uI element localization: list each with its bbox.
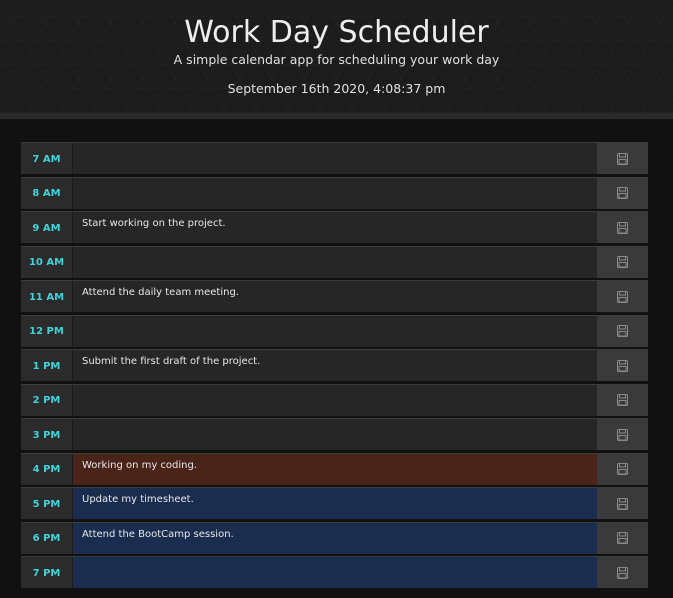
hour-label: 7 AM bbox=[21, 143, 73, 174]
event-description-field[interactable]: Attend the BootCamp session. bbox=[73, 522, 597, 554]
floppy-disk-icon bbox=[617, 463, 628, 475]
time-block-row: 4 PM Working on my coding. bbox=[21, 452, 648, 485]
hour-label: 9 AM bbox=[21, 212, 73, 243]
event-description-field[interactable] bbox=[73, 384, 597, 416]
event-description-field[interactable] bbox=[73, 143, 597, 174]
floppy-disk-icon bbox=[617, 359, 628, 372]
current-date: September 16th 2020, 4:08:37 pm bbox=[227, 81, 446, 96]
time-block-row: 8 AM bbox=[21, 176, 648, 209]
floppy-disk-icon bbox=[617, 497, 628, 510]
floppy-disk-icon bbox=[617, 428, 628, 441]
save-button[interactable] bbox=[597, 143, 648, 174]
event-description-field[interactable] bbox=[73, 246, 597, 278]
event-description-field[interactable] bbox=[73, 557, 597, 588]
save-button[interactable] bbox=[597, 246, 648, 278]
event-description-field[interactable] bbox=[73, 315, 597, 347]
save-button[interactable] bbox=[597, 419, 648, 450]
page-title: Work Day Scheduler bbox=[184, 15, 489, 50]
page-subtitle: A simple calendar app for scheduling you… bbox=[173, 52, 500, 67]
save-button[interactable] bbox=[597, 212, 648, 243]
time-block-row: 9 AM Start working on the project. bbox=[21, 211, 648, 243]
event-description-field[interactable]: Submit the first draft of the project. bbox=[73, 350, 597, 381]
hour-label: 12 PM bbox=[21, 315, 73, 347]
time-block-row: 2 PM bbox=[21, 383, 648, 416]
hour-label: 4 PM bbox=[21, 453, 73, 485]
time-block-row: 12 PM bbox=[21, 314, 648, 347]
event-description-field[interactable]: Start working on the project. bbox=[73, 212, 597, 243]
time-block-row: 11 AM Attend the daily team meeting. bbox=[21, 280, 648, 312]
time-block-row: 1 PM Submit the first draft of the projec… bbox=[21, 349, 648, 381]
event-description-field[interactable]: Working on my coding. bbox=[73, 453, 597, 485]
save-button[interactable] bbox=[597, 522, 648, 554]
time-block-row: 7 AM bbox=[21, 142, 648, 174]
event-description-field[interactable]: Attend the daily team meeting. bbox=[73, 281, 597, 312]
floppy-disk-icon bbox=[617, 532, 628, 544]
hour-label: 5 PM bbox=[21, 488, 73, 519]
save-button[interactable] bbox=[597, 453, 648, 485]
hour-label: 3 PM bbox=[21, 419, 73, 450]
page-header: Work Day Scheduler A simple calendar app… bbox=[0, 0, 673, 119]
time-block-list: 7 AM 8 AM 9 AM Start working on the project… bbox=[21, 142, 648, 591]
event-description-field[interactable] bbox=[73, 177, 597, 209]
hour-label: 8 AM bbox=[21, 177, 73, 209]
save-button[interactable] bbox=[597, 350, 648, 381]
floppy-disk-icon bbox=[617, 566, 628, 579]
floppy-disk-icon bbox=[617, 152, 628, 165]
hour-label: 6 PM bbox=[21, 522, 73, 554]
time-block-row: 5 PM Update my timesheet. bbox=[21, 487, 648, 519]
save-button[interactable] bbox=[597, 384, 648, 416]
hour-label: 11 AM bbox=[21, 281, 73, 312]
floppy-disk-icon bbox=[617, 256, 628, 268]
floppy-disk-icon bbox=[617, 187, 628, 199]
hour-label: 1 PM bbox=[21, 350, 73, 381]
time-block-row: 7 PM bbox=[21, 556, 648, 588]
hour-label: 2 PM bbox=[21, 384, 73, 416]
save-button[interactable] bbox=[597, 315, 648, 347]
floppy-disk-icon bbox=[617, 325, 628, 337]
save-button[interactable] bbox=[597, 557, 648, 588]
floppy-disk-icon bbox=[617, 394, 628, 406]
hour-label: 10 AM bbox=[21, 246, 73, 278]
save-button[interactable] bbox=[597, 177, 648, 209]
save-button[interactable] bbox=[597, 488, 648, 519]
time-block-row: 10 AM bbox=[21, 245, 648, 278]
hour-label: 7 PM bbox=[21, 557, 73, 588]
time-block-row: 3 PM bbox=[21, 418, 648, 450]
event-description-field[interactable]: Update my timesheet. bbox=[73, 488, 597, 519]
event-description-field[interactable] bbox=[73, 419, 597, 450]
floppy-disk-icon bbox=[617, 221, 628, 234]
save-button[interactable] bbox=[597, 281, 648, 312]
time-block-row: 6 PM Attend the BootCamp session. bbox=[21, 521, 648, 554]
floppy-disk-icon bbox=[617, 290, 628, 303]
